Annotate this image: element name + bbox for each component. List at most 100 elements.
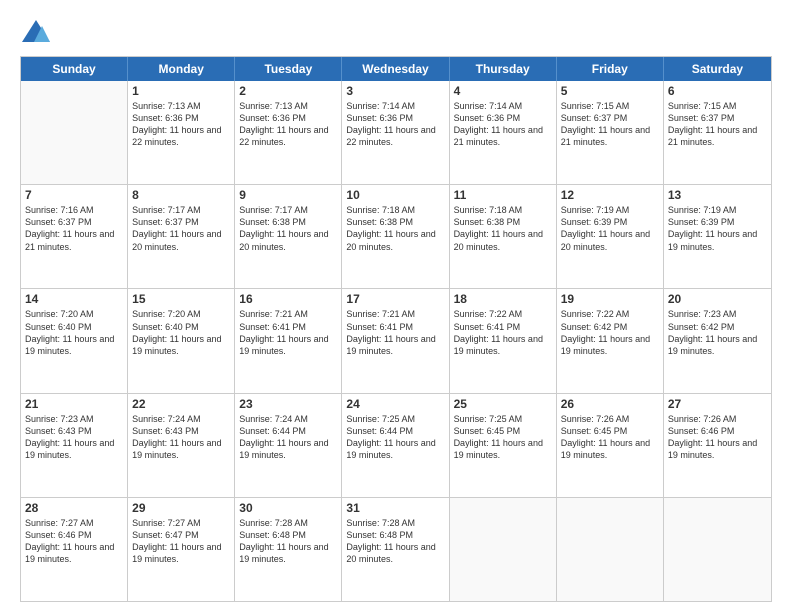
day-number: 26: [561, 397, 659, 411]
day-cell-22: 22 Sunrise: 7:24 AMSunset: 6:43 PMDayligh…: [128, 394, 235, 497]
day-number: 19: [561, 292, 659, 306]
header-day-tuesday: Tuesday: [235, 57, 342, 81]
header-day-friday: Friday: [557, 57, 664, 81]
day-cell-4: 4Sunrise: 7:14 AMSunset: 6:36 PMDaylight…: [450, 81, 557, 184]
day-number: 8: [132, 188, 230, 202]
day-number: 16: [239, 292, 337, 306]
day-info: Sunrise: 7:21 AMSunset: 6:41 PMDaylight:…: [239, 308, 337, 357]
day-cell-9: 9 Sunrise: 7:17 AMSunset: 6:38 PMDaylight…: [235, 185, 342, 288]
day-cell-10: 10 Sunrise: 7:18 AMSunset: 6:38 PMDayligh…: [342, 185, 449, 288]
day-cell-6: 6Sunrise: 7:15 AMSunset: 6:37 PMDaylight…: [664, 81, 771, 184]
day-number: 27: [668, 397, 767, 411]
day-cell-25: 25Sunrise: 7:25 AMSunset: 6:45 PMDayligh…: [450, 394, 557, 497]
day-info: Sunrise: 7:15 AMSunset: 6:37 PMDaylight:…: [561, 100, 659, 149]
day-cell-27: 27 Sunrise: 7:26 AMSunset: 6:46 PMDayligh…: [664, 394, 771, 497]
week-row-4: 21Sunrise: 7:23 AMSunset: 6:43 PMDayligh…: [21, 394, 771, 498]
day-cell-8: 8Sunrise: 7:17 AMSunset: 6:37 PMDaylight…: [128, 185, 235, 288]
day-info: Sunrise: 7:18 AMSunset: 6:38 PMDaylight:…: [346, 204, 444, 253]
day-info: Sunrise: 7:27 AMSunset: 6:47 PMDaylight:…: [132, 517, 230, 566]
day-info: Sunrise: 7:24 AMSunset: 6:44 PMDaylight:…: [239, 413, 337, 462]
day-number: 7: [25, 188, 123, 202]
day-cell-12: 12 Sunrise: 7:19 AMSunset: 6:39 PMDayligh…: [557, 185, 664, 288]
day-cell-7: 7 Sunrise: 7:16 AMSunset: 6:37 PMDaylight…: [21, 185, 128, 288]
day-number: 6: [668, 84, 767, 98]
day-number: 31: [346, 501, 444, 515]
day-cell-18: 18Sunrise: 7:22 AMSunset: 6:41 PMDayligh…: [450, 289, 557, 392]
day-number: 29: [132, 501, 230, 515]
day-cell-24: 24 Sunrise: 7:25 AMSunset: 6:44 PMDayligh…: [342, 394, 449, 497]
day-number: 23: [239, 397, 337, 411]
day-number: 30: [239, 501, 337, 515]
day-info: Sunrise: 7:22 AMSunset: 6:41 PMDaylight:…: [454, 308, 552, 357]
header-day-thursday: Thursday: [450, 57, 557, 81]
day-info: Sunrise: 7:26 AMSunset: 6:46 PMDaylight:…: [668, 413, 767, 462]
header-day-wednesday: Wednesday: [342, 57, 449, 81]
day-number: 24: [346, 397, 444, 411]
day-number: 3: [346, 84, 444, 98]
day-number: 28: [25, 501, 123, 515]
day-cell-17: 17Sunrise: 7:21 AMSunset: 6:41 PMDayligh…: [342, 289, 449, 392]
empty-cell: [557, 498, 664, 601]
day-cell-1: 1 Sunrise: 7:13 AMSunset: 6:36 PMDaylight…: [128, 81, 235, 184]
header-day-saturday: Saturday: [664, 57, 771, 81]
day-info: Sunrise: 7:25 AMSunset: 6:44 PMDaylight:…: [346, 413, 444, 462]
day-info: Sunrise: 7:19 AMSunset: 6:39 PMDaylight:…: [561, 204, 659, 253]
day-info: Sunrise: 7:13 AMSunset: 6:36 PMDaylight:…: [132, 100, 230, 149]
day-info: Sunrise: 7:20 AMSunset: 6:40 PMDaylight:…: [25, 308, 123, 357]
calendar: SundayMondayTuesdayWednesdayThursdayFrid…: [20, 56, 772, 602]
day-cell-21: 21Sunrise: 7:23 AMSunset: 6:43 PMDayligh…: [21, 394, 128, 497]
day-number: 4: [454, 84, 552, 98]
empty-cell: [21, 81, 128, 184]
day-info: Sunrise: 7:21 AMSunset: 6:41 PMDaylight:…: [346, 308, 444, 357]
day-cell-23: 23 Sunrise: 7:24 AMSunset: 6:44 PMDayligh…: [235, 394, 342, 497]
day-number: 20: [668, 292, 767, 306]
logo: [20, 18, 56, 46]
day-number: 9: [239, 188, 337, 202]
day-cell-19: 19 Sunrise: 7:22 AMSunset: 6:42 PMDayligh…: [557, 289, 664, 392]
logo-icon: [20, 18, 52, 46]
calendar-body: 1 Sunrise: 7:13 AMSunset: 6:36 PMDaylight…: [21, 81, 771, 601]
day-cell-16: 16 Sunrise: 7:21 AMSunset: 6:41 PMDayligh…: [235, 289, 342, 392]
day-info: Sunrise: 7:28 AMSunset: 6:48 PMDaylight:…: [239, 517, 337, 566]
day-number: 25: [454, 397, 552, 411]
header-day-monday: Monday: [128, 57, 235, 81]
day-info: Sunrise: 7:27 AMSunset: 6:46 PMDaylight:…: [25, 517, 123, 566]
calendar-header: SundayMondayTuesdayWednesdayThursdayFrid…: [21, 57, 771, 81]
day-info: Sunrise: 7:26 AMSunset: 6:45 PMDaylight:…: [561, 413, 659, 462]
day-info: Sunrise: 7:19 AMSunset: 6:39 PMDaylight:…: [668, 204, 767, 253]
day-number: 1: [132, 84, 230, 98]
day-info: Sunrise: 7:20 AMSunset: 6:40 PMDaylight:…: [132, 308, 230, 357]
day-info: Sunrise: 7:23 AMSunset: 6:43 PMDaylight:…: [25, 413, 123, 462]
day-cell-3: 3 Sunrise: 7:14 AMSunset: 6:36 PMDaylight…: [342, 81, 449, 184]
week-row-2: 7 Sunrise: 7:16 AMSunset: 6:37 PMDaylight…: [21, 185, 771, 289]
day-cell-14: 14 Sunrise: 7:20 AMSunset: 6:40 PMDayligh…: [21, 289, 128, 392]
week-row-1: 1 Sunrise: 7:13 AMSunset: 6:36 PMDaylight…: [21, 81, 771, 185]
day-number: 5: [561, 84, 659, 98]
day-number: 10: [346, 188, 444, 202]
day-number: 2: [239, 84, 337, 98]
day-cell-31: 31 Sunrise: 7:28 AMSunset: 6:48 PMDayligh…: [342, 498, 449, 601]
day-info: Sunrise: 7:16 AMSunset: 6:37 PMDaylight:…: [25, 204, 123, 253]
day-info: Sunrise: 7:14 AMSunset: 6:36 PMDaylight:…: [346, 100, 444, 149]
week-row-3: 14 Sunrise: 7:20 AMSunset: 6:40 PMDayligh…: [21, 289, 771, 393]
day-info: Sunrise: 7:28 AMSunset: 6:48 PMDaylight:…: [346, 517, 444, 566]
day-info: Sunrise: 7:18 AMSunset: 6:38 PMDaylight:…: [454, 204, 552, 253]
day-number: 15: [132, 292, 230, 306]
day-info: Sunrise: 7:17 AMSunset: 6:38 PMDaylight:…: [239, 204, 337, 253]
day-cell-26: 26 Sunrise: 7:26 AMSunset: 6:45 PMDayligh…: [557, 394, 664, 497]
day-info: Sunrise: 7:24 AMSunset: 6:43 PMDaylight:…: [132, 413, 230, 462]
day-cell-15: 15 Sunrise: 7:20 AMSunset: 6:40 PMDayligh…: [128, 289, 235, 392]
day-cell-5: 5 Sunrise: 7:15 AMSunset: 6:37 PMDaylight…: [557, 81, 664, 184]
day-number: 14: [25, 292, 123, 306]
day-info: Sunrise: 7:13 AMSunset: 6:36 PMDaylight:…: [239, 100, 337, 149]
header-day-sunday: Sunday: [21, 57, 128, 81]
day-number: 13: [668, 188, 767, 202]
day-number: 22: [132, 397, 230, 411]
week-row-5: 28 Sunrise: 7:27 AMSunset: 6:46 PMDayligh…: [21, 498, 771, 601]
day-number: 12: [561, 188, 659, 202]
day-cell-20: 20Sunrise: 7:23 AMSunset: 6:42 PMDayligh…: [664, 289, 771, 392]
day-cell-2: 2 Sunrise: 7:13 AMSunset: 6:36 PMDaylight…: [235, 81, 342, 184]
page: SundayMondayTuesdayWednesdayThursdayFrid…: [0, 0, 792, 612]
day-info: Sunrise: 7:22 AMSunset: 6:42 PMDaylight:…: [561, 308, 659, 357]
day-number: 11: [454, 188, 552, 202]
